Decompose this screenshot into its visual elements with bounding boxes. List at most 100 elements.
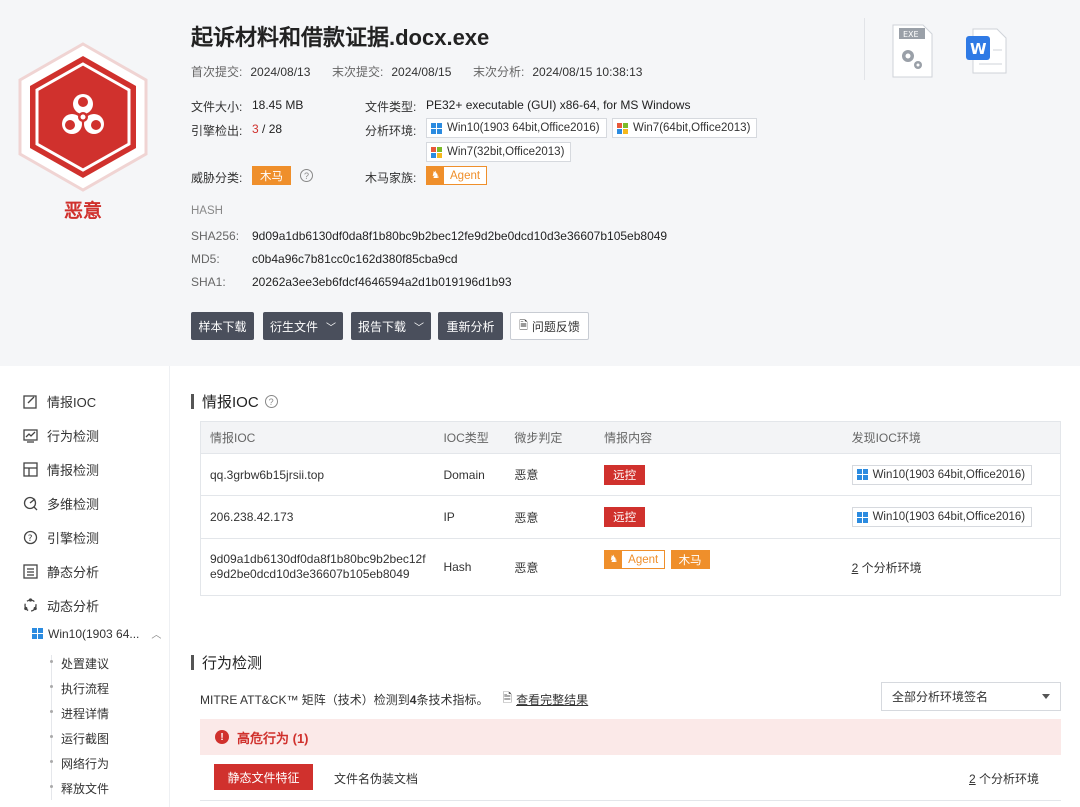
sidebar-item-behavior[interactable]: 行为检测 [22, 426, 99, 445]
ioc-value[interactable]: 9d09a1db6130df0da8f1b80bc9b2bec12f e9d2be… [200, 538, 435, 596]
ioc-verdict: 恶意 [505, 538, 596, 596]
env-signature-select[interactable]: 全部分析环境签名 [881, 682, 1061, 711]
first-submit: 首次提交: 2024/08/13 [191, 65, 311, 79]
header-divider [864, 18, 865, 80]
file-type-label: 文件类型: [365, 100, 417, 114]
column-header: IOC类型 [434, 421, 506, 454]
env-tag-win7-64[interactable]: Win7(64bit,Office2013) [612, 118, 758, 138]
sidebar-env-win10[interactable]: Win10(1903 64... ︿ [32, 626, 161, 641]
download-sample-button[interactable]: 样本下载 [191, 312, 254, 340]
sha1-label: SHA1: [191, 275, 226, 289]
table-row: qq.3grbw6b15jrsii.top Domain 恶意 远控 Win10… [200, 453, 1061, 496]
ioc-intel-cell: 远控 [595, 495, 843, 539]
document-icon: 🗎 [519, 319, 528, 332]
sha1-value: 20262a3ee3eb6fdcf4646594a2d1b019196d1b93 [252, 275, 512, 289]
verdict-label: 恶意 [63, 201, 102, 222]
env-tag-win10[interactable]: Win10(1903 64bit,Office2016) [851, 464, 1033, 485]
file-type-value: PE32+ executable (GUI) x86-64, for MS Wi… [426, 98, 691, 112]
tree-dot [50, 785, 53, 788]
windows10-icon [431, 122, 442, 134]
high-risk-header[interactable]: ! 高危行为 (1) [200, 719, 1061, 755]
derived-files-button[interactable]: 衍生文件 ﹀ [263, 312, 343, 340]
grid-icon [22, 462, 38, 478]
sub-item-process[interactable]: 进程详情 [61, 705, 109, 722]
sub-tree-line [51, 655, 52, 800]
row-divider [200, 800, 1061, 801]
svg-text:?: ? [27, 534, 32, 544]
table-header: 情报IOC IOC类型 微步判定 情报内容 发现IOC环境 [200, 421, 1061, 454]
hash-title: HASH [191, 205, 223, 217]
chart-box-icon [22, 428, 38, 444]
engine-hits-value: 3 / 28 [252, 122, 283, 136]
sidebar-item-static-analysis[interactable]: 静态分析 [22, 562, 99, 581]
chevron-up-icon: ︿ [151, 630, 162, 641]
ioc-value[interactable]: 206.238.42.173 [200, 495, 435, 539]
sub-item-dropped-files[interactable]: 释放文件 [61, 780, 109, 797]
windows10-icon [856, 469, 868, 480]
windows10-icon [32, 628, 43, 639]
column-header: 情报内容 [595, 421, 843, 454]
column-header: 微步判定 [505, 421, 596, 454]
analysis-env-label: 分析环境: [365, 124, 417, 138]
ioc-table: 情报IOC IOC类型 微步判定 情报内容 发现IOC环境 qq.3grbw6b… [200, 421, 1061, 596]
remote-control-tag: 远控 [604, 507, 646, 527]
edit-box-icon [22, 394, 38, 410]
help-icon[interactable]: ? [300, 169, 313, 182]
sidebar-item-intel-ioc[interactable]: 情报IOC [22, 392, 96, 411]
report-download-button[interactable]: 报告下载 ﹀ [351, 312, 431, 340]
mitre-summary: MITRE ATT&CK™ 矩阵（技术）检测到 4 条技术指标。 🗎 查看完整结果 [200, 689, 588, 710]
reanalyze-button[interactable]: 重新分析 [438, 312, 503, 340]
md5-label: MD5: [191, 252, 220, 266]
windows7-icon [431, 146, 442, 158]
exe-file-icon: EXE [891, 24, 933, 78]
sub-item-exec-flow[interactable]: 执行流程 [61, 680, 109, 697]
env-count-link[interactable]: 2 个分析环境 [969, 770, 1039, 787]
document-icon: 🗎 [502, 691, 513, 705]
tree-dot [50, 660, 53, 663]
sidebar-item-intel-detect[interactable]: 情报检测 [22, 460, 99, 479]
engine-hits-label: 引擎检出: [191, 124, 243, 138]
rule-description: 文件名伪装文档 [334, 772, 419, 786]
ioc-type: Hash [434, 538, 506, 596]
sidebar-item-multi-detect[interactable]: 多维检测 [22, 494, 99, 513]
remote-control-tag: 远控 [604, 464, 646, 485]
sub-item-screenshot[interactable]: 运行截图 [61, 730, 109, 747]
windows7-icon [617, 122, 628, 134]
family-tag[interactable]: ♞ Agent [426, 166, 488, 185]
family-tag[interactable]: ♞ Agent [604, 550, 666, 570]
sub-item-network[interactable]: 网络行为 [61, 755, 109, 772]
feedback-button[interactable]: 🗎 问题反馈 [510, 312, 589, 340]
ioc-env-cell: Win10(1903 64bit,Office2016) [842, 495, 1061, 539]
list-icon [22, 564, 38, 580]
last-submit: 末次提交: 2024/08/15 [332, 65, 452, 79]
ioc-env-cell: Win10(1903 64bit,Office2016) [842, 453, 1061, 496]
caret-down-icon [1042, 694, 1050, 699]
sha256-label: SHA256: [191, 229, 240, 243]
column-header: 发现IOC环境 [842, 421, 1061, 454]
ioc-intel-cell: 远控 [595, 453, 843, 496]
tree-dot [50, 735, 53, 738]
env-tag-win10[interactable]: Win10(1903 64bit,Office2016) [426, 118, 607, 138]
sidebar-item-dynamic-analysis[interactable]: 动态分析 [22, 596, 99, 615]
windows10-icon [856, 511, 868, 523]
help-icon[interactable]: ? [264, 395, 278, 408]
svg-text:W: W [970, 40, 987, 58]
table-row: 9d09a1db6130df0da8f1b80bc9b2bec12f e9d2be… [200, 538, 1061, 596]
file-name-title: 起诉材料和借款证据.docx.exe [191, 25, 490, 50]
chevron-down-icon: ﹀ [326, 322, 336, 334]
threat-tag: 木马 [670, 550, 710, 570]
env-count-link[interactable]: 2 个分析环境 [842, 538, 1061, 596]
env-tag-win7-32[interactable]: Win7(32bit,Office2013) [426, 142, 572, 162]
horse-icon: ♞ [427, 167, 444, 184]
alert-icon: ! [215, 730, 229, 744]
tree-dot [50, 760, 53, 763]
full-results-link[interactable]: 查看完整结果 [516, 691, 588, 708]
env-tag-win10[interactable]: Win10(1903 64bit,Office2016) [851, 507, 1033, 527]
sidebar-item-engine-detect[interactable]: ? 引擎检测 [22, 528, 99, 547]
radar-icon [22, 496, 38, 512]
ioc-verdict: 恶意 [505, 453, 596, 496]
ioc-value[interactable]: qq.3grbw6b15jrsii.top [200, 453, 435, 496]
static-file-feature-tag[interactable]: 静态文件特征 [214, 764, 313, 790]
ioc-intel-cell: ♞ Agent 木马 [595, 538, 843, 596]
sub-item-disposal[interactable]: 处置建议 [61, 655, 109, 672]
